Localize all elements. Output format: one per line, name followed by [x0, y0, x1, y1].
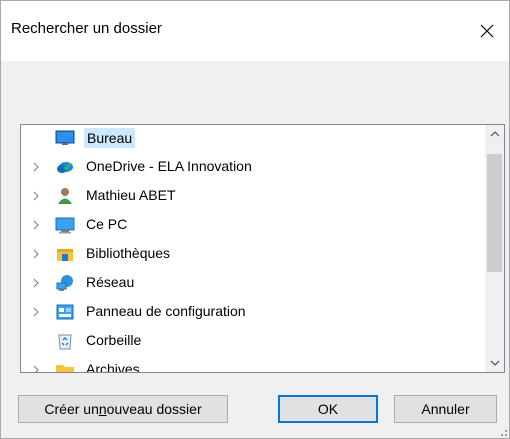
tree-item-label: Corbeille [86, 332, 142, 348]
control-panel-icon [56, 304, 74, 320]
browse-folder-dialog: Rechercher un dossier Bureau OneDrive - … [0, 0, 510, 439]
tree-item-libraries[interactable]: Bibliothèques [21, 241, 481, 267]
tree-item-label: Bureau [84, 128, 136, 148]
tree-item-recycle-bin[interactable]: Corbeille [21, 328, 481, 354]
chevron-up-icon [490, 131, 499, 137]
close-icon [480, 24, 494, 38]
title-bar: Rechercher un dossier [1, 1, 509, 61]
tree-item-label: Ce PC [86, 216, 128, 232]
new-folder-button[interactable]: Créer un n ouveau dossier [18, 395, 228, 423]
new-folder-label-post: ouveau dossier [106, 401, 202, 417]
computer-icon [55, 217, 75, 234]
libraries-icon [57, 249, 73, 261]
chevron-right-icon[interactable] [31, 365, 41, 373]
tree-item-archives[interactable]: Archives [21, 357, 481, 373]
tree-item-onedrive[interactable]: OneDrive - ELA Innovation [21, 154, 481, 180]
chevron-right-icon[interactable] [31, 249, 41, 259]
scroll-up-button[interactable] [485, 125, 504, 143]
folder-icon [56, 365, 74, 372]
tree-item-user[interactable]: Mathieu ABET [21, 183, 481, 209]
chevron-right-icon[interactable] [31, 307, 41, 317]
new-folder-mnemonic: n [98, 401, 107, 417]
close-button[interactable] [465, 1, 509, 61]
resize-grip-icon[interactable] [497, 426, 507, 436]
dialog-title: Rechercher un dossier [11, 20, 162, 37]
cancel-button[interactable]: Annuler [394, 395, 497, 423]
tree-item-bureau[interactable]: Bureau [21, 125, 481, 151]
chevron-right-icon[interactable] [31, 278, 41, 288]
tree-item-control-panel[interactable]: Panneau de configuration [21, 299, 481, 325]
cancel-label: Annuler [421, 401, 470, 417]
chevron-right-icon[interactable] [31, 191, 41, 201]
chevron-right-icon[interactable] [31, 220, 41, 230]
tree-item-label: Archives [86, 361, 140, 373]
tree-item-this-pc[interactable]: Ce PC [21, 212, 481, 238]
desktop-icon [55, 130, 75, 145]
tree-item-label: Réseau [86, 274, 135, 290]
new-folder-label-pre: Créer un [44, 401, 99, 417]
chevron-down-icon [490, 360, 499, 366]
tree-item-label: OneDrive - ELA Innovation [86, 158, 252, 174]
recycle-bin-icon [58, 334, 72, 350]
tree-item-label: Bibliothèques [86, 245, 171, 261]
chevron-right-icon[interactable] [31, 162, 41, 172]
scroll-down-button[interactable] [485, 354, 504, 372]
tree-item-label: Mathieu ABET [86, 187, 176, 203]
onedrive-cloud-icon [57, 162, 73, 173]
network-icon [56, 275, 73, 291]
ok-button[interactable]: OK [278, 395, 378, 423]
vertical-scrollbar[interactable] [485, 125, 504, 372]
folder-tree[interactable]: Bureau OneDrive - ELA Innovation Mathieu… [20, 124, 505, 373]
tree-item-network[interactable]: Réseau [21, 270, 481, 296]
ok-label: OK [317, 401, 339, 417]
user-folder-icon [58, 188, 72, 204]
scrollbar-thumb[interactable] [487, 154, 502, 272]
tree-item-label: Panneau de configuration [86, 303, 246, 319]
